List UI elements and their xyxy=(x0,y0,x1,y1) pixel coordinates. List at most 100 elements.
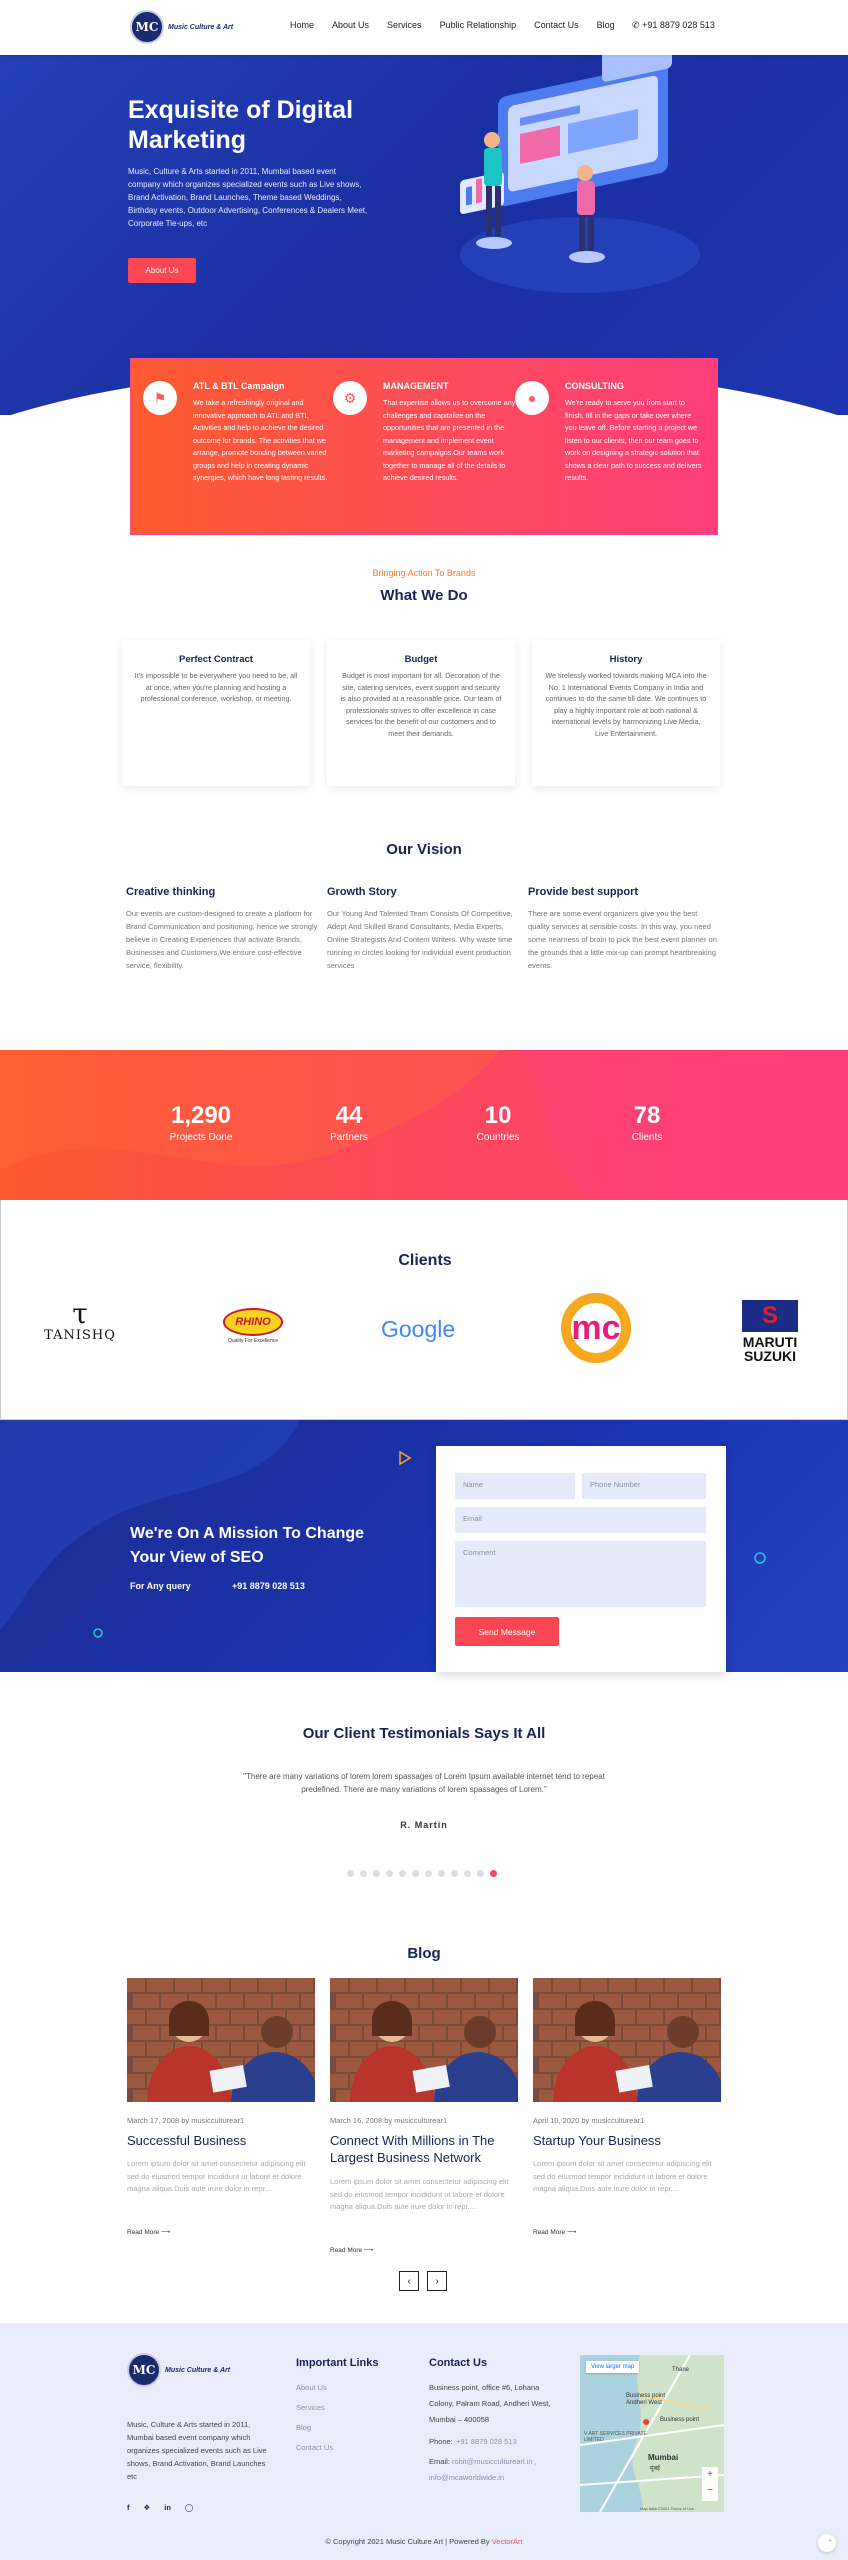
card-budget: Budget Budget is most important for all.… xyxy=(327,640,515,786)
client-logo-maruti-suzuki: S MARUTI SUZUKI xyxy=(729,1300,811,1363)
mission-title: We're On A Mission To Change Your View o… xyxy=(130,1525,365,1566)
service-title: ATL & BTL Campaign xyxy=(193,381,285,391)
stat-label: Projects Done xyxy=(169,1132,233,1143)
copyright: © Copyright 2021 Music Culture Art | Pow… xyxy=(0,2537,848,2546)
blog-post-image[interactable] xyxy=(127,1978,315,2102)
stat-value: 44 xyxy=(335,1102,363,1129)
stats-section: 1,290 Projects Done 44 Partners 10 Countrie… xyxy=(0,1050,848,1200)
pager-dot[interactable] xyxy=(490,1870,497,1877)
tanishq-emblem-icon: τ xyxy=(72,1297,88,1330)
pager-dot[interactable] xyxy=(425,1870,432,1877)
card-title: History xyxy=(609,654,643,665)
card-history: History We tirelessly worked towards mak… xyxy=(532,640,720,786)
instagram-icon[interactable]: ◯ xyxy=(185,2503,193,2512)
nav-services[interactable]: Services xyxy=(387,20,422,30)
stat-value: 78 xyxy=(633,1102,661,1129)
site-logo[interactable]: MC Music Culture & Art xyxy=(130,10,233,44)
whatwedo-title: What We Do xyxy=(380,587,468,604)
nav-blog[interactable]: Blog xyxy=(597,20,615,30)
stat-value: 1,290 xyxy=(170,1102,232,1129)
comment-field[interactable]: Comment xyxy=(455,1541,706,1607)
stats-wave-decoration xyxy=(0,1050,848,1200)
blog-post-image[interactable] xyxy=(330,1978,518,2102)
post-excerpt: Lorem ipsum dolor sit amet consectetur a… xyxy=(330,2177,509,2211)
arrow-right-icon: ⟶ xyxy=(160,2229,171,2236)
client-logo-google: Google xyxy=(381,1316,455,1343)
pager-dot[interactable] xyxy=(386,1870,393,1877)
hero-body: Music, Culture & Arts started in 2011, M… xyxy=(128,167,368,228)
read-more-link[interactable]: Read More ⟶ xyxy=(330,2246,373,2254)
phone-field[interactable]: Phone Number xyxy=(582,1473,706,1499)
linkedin-icon[interactable]: in xyxy=(164,2503,171,2512)
facebook-icon[interactable]: f xyxy=(127,2503,130,2512)
mission-phone[interactable]: +91 8879 028 513 xyxy=(232,1581,305,1591)
read-more-label: Read More xyxy=(127,2229,160,2236)
map-place-label: Business point xyxy=(660,2417,700,2423)
zoom-out-icon[interactable]: − xyxy=(702,2483,718,2499)
blog-post-image[interactable] xyxy=(533,1978,721,2102)
blog-prev-button[interactable]: ‹ xyxy=(399,2271,419,2291)
site-header: MC Music Culture & Art Home About Us Ser… xyxy=(0,0,848,55)
footer-link-about[interactable]: About Us xyxy=(296,2383,327,2392)
pager-dot[interactable] xyxy=(360,1870,367,1877)
arrow-right-icon: ⟶ xyxy=(363,2247,374,2254)
whatwedo-eyebrow: Bringing Action To Brands xyxy=(372,568,476,578)
header-phone-number: +91 8879 028 513 xyxy=(642,20,715,30)
powered-by-link[interactable]: VectorArt xyxy=(492,2537,523,2546)
footer-email[interactable]: info@mcaworldwide.in xyxy=(429,2473,504,2482)
pager-dot[interactable] xyxy=(451,1870,458,1877)
post-title[interactable]: Startup Your Business xyxy=(533,2132,721,2149)
pager-dot[interactable] xyxy=(477,1870,484,1877)
post-title[interactable]: Successful Business xyxy=(127,2132,315,2149)
pager-dot[interactable] xyxy=(412,1870,419,1877)
map-zoom-controls: + − xyxy=(702,2467,718,2501)
pager-dot[interactable] xyxy=(373,1870,380,1877)
read-more-label: Read More xyxy=(330,2247,363,2254)
footer-email[interactable]: rohit@musicculturearl.in , xyxy=(452,2457,537,2466)
client-logo-text: TANISHQ xyxy=(44,1328,116,1343)
view-larger-map-button[interactable]: View larger map xyxy=(586,2361,640,2373)
send-message-button[interactable]: Send Message xyxy=(455,1617,559,1646)
blog-post: March 17, 2008 by musicculturear1 Succes… xyxy=(127,1978,315,2236)
testimonials-title: Our Client Testimonials Says It All xyxy=(302,1725,546,1742)
footer-link-contact[interactable]: Contact Us xyxy=(296,2443,333,2452)
testimonial-text: "There are many variations of lorem lore… xyxy=(243,1772,605,1794)
nav-about[interactable]: About Us xyxy=(332,20,369,30)
footer-link-services[interactable]: Services xyxy=(296,2403,325,2412)
post-title[interactable]: Connect With Millions in The Largest Bus… xyxy=(330,2132,518,2166)
name-field[interactable]: Name xyxy=(455,1473,575,1499)
nav-public-relationship[interactable]: Public Relationship xyxy=(440,20,517,30)
read-more-label: Read More xyxy=(533,2229,566,2236)
email-field[interactable]: Email xyxy=(455,1507,706,1533)
rhino-tagline: Quality For Excellence xyxy=(227,1338,279,1344)
footer-logo[interactable]: MC Music Culture & Art xyxy=(127,2353,230,2387)
back-to-top-button[interactable]: ⌃ xyxy=(818,2534,836,2552)
read-more-link[interactable]: Read More ⟶ xyxy=(127,2228,170,2236)
contact-form: Name Phone Number Email Comment Send Mes… xyxy=(436,1446,726,1672)
about-us-button[interactable]: About Us xyxy=(128,258,196,283)
header-phone[interactable]: ✆ +91 8879 028 513 xyxy=(632,20,715,31)
footer-address-line: Colony, Palram Road, Andheri West, xyxy=(429,2399,551,2408)
footer-phone[interactable]: +91 8879 028 513 xyxy=(456,2437,517,2446)
pager-dot[interactable] xyxy=(347,1870,354,1877)
pager-dot[interactable] xyxy=(399,1870,406,1877)
location-map[interactable]: View larger map Thane Business point And… xyxy=(580,2355,724,2512)
pager-dot[interactable] xyxy=(438,1870,445,1877)
vision-item-body: Our events are custom-designed to create… xyxy=(126,909,318,970)
vision-item-title: Creative thinking xyxy=(126,886,216,898)
twitter-icon[interactable]: ❖ xyxy=(144,2503,151,2512)
service-title: CONSULTING xyxy=(565,381,624,391)
stat-label: Countries xyxy=(476,1132,520,1143)
consulting-icon: ● xyxy=(515,381,549,415)
pager-dot[interactable] xyxy=(464,1870,471,1877)
zoom-in-icon[interactable]: + xyxy=(702,2467,718,2483)
footer-link-blog[interactable]: Blog xyxy=(296,2423,311,2432)
read-more-link[interactable]: Read More ⟶ xyxy=(533,2228,576,2236)
blog-next-button[interactable]: › xyxy=(427,2271,447,2291)
vision-item-body: There are some event organizers give you… xyxy=(528,909,717,970)
testimonial-pager xyxy=(347,1870,497,1877)
nav-contact[interactable]: Contact Us xyxy=(534,20,579,30)
stat-label: Partners xyxy=(330,1132,368,1143)
nav-home[interactable]: Home xyxy=(290,20,314,30)
client-logo-text: mc xyxy=(571,1308,621,1347)
